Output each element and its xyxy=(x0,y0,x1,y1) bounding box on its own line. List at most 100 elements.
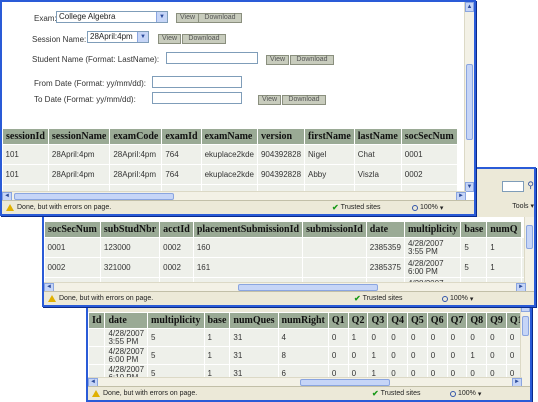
session-view-button[interactable]: View xyxy=(158,34,182,44)
table-cell: 0 xyxy=(486,346,507,365)
column-header: examName xyxy=(200,128,258,145)
exam-select[interactable]: College Algebra ▼ xyxy=(56,11,168,23)
zoom-text: 100% xyxy=(420,204,438,211)
session-download-button[interactable]: Download xyxy=(182,34,226,44)
table-cell: 0001 xyxy=(401,144,458,165)
column-header: date xyxy=(104,312,149,329)
table-cell: 2385359 xyxy=(366,237,405,258)
table-cell: 321000 xyxy=(100,257,161,278)
exam-view-button[interactable]: View xyxy=(176,13,200,23)
status-zone: ✔ Trusted sites xyxy=(354,294,402,303)
warning-icon[interactable] xyxy=(92,390,100,397)
tools-menu[interactable]: Tools ▾ xyxy=(512,202,534,210)
table-row: 10128April:4pm28April:4pm764ekuplace2kde… xyxy=(2,144,458,165)
exam-label: Exam: xyxy=(34,14,57,23)
table-cell: 4/28/2007 3:55 PM xyxy=(104,328,149,347)
top-table-header-row: sessionId sessionName examCode examId examNa… xyxy=(2,128,458,145)
column-header: Q9 xyxy=(486,312,507,329)
table-cell: 5 xyxy=(460,257,488,278)
status-zoom[interactable]: 100% ▾ xyxy=(442,295,473,303)
date-view-button[interactable]: View xyxy=(258,95,282,105)
table-cell: 0002 xyxy=(401,164,458,185)
column-header: multiplicity xyxy=(147,312,205,329)
chevron-down-icon[interactable]: ▼ xyxy=(137,32,148,42)
table-cell: 1 xyxy=(204,346,231,365)
table-cell: 764 xyxy=(161,144,202,165)
top-status-bar: Done, but with errors on page. ✔ Trusted… xyxy=(2,200,474,214)
table-cell: 5 xyxy=(460,237,488,258)
student-name-input[interactable] xyxy=(166,52,258,64)
table-cell: 31 xyxy=(229,346,279,365)
table-cell: 1 xyxy=(367,346,389,365)
scroll-thumb[interactable] xyxy=(522,316,529,336)
table-cell: 4 xyxy=(278,328,329,347)
scroll-thumb[interactable] xyxy=(526,225,533,249)
column-header: lastName xyxy=(353,128,402,145)
student-download-button[interactable]: Download xyxy=(290,55,334,65)
table-cell xyxy=(88,346,106,365)
date-download-button[interactable]: Download xyxy=(282,95,326,105)
column-header: socSecNum xyxy=(400,128,458,145)
scroll-thumb[interactable] xyxy=(466,64,473,140)
scroll-down-arrow[interactable]: ▼ xyxy=(465,182,474,192)
to-date-input[interactable] xyxy=(152,92,242,104)
top-vertical-scrollbar[interactable]: ▲ ▼ xyxy=(464,2,474,192)
column-header: placementSubmissionId xyxy=(192,221,304,238)
table-cell: 0 xyxy=(407,346,428,365)
bottom-results-table: Id date multiplicity base numQues numRight Q1 Q… xyxy=(88,312,530,383)
table-cell: ekuplace2kde xyxy=(201,144,258,165)
warning-icon[interactable] xyxy=(6,204,14,211)
table-cell: 904392828 xyxy=(257,164,306,185)
status-done: Done, but with errors on page. xyxy=(88,390,197,397)
table-cell: 8 xyxy=(278,346,329,365)
chevron-down-icon[interactable]: ▼ xyxy=(156,12,167,22)
bottom-status-bar: Done, but with errors on page. ✔ Trusted… xyxy=(88,386,530,400)
table-cell: 0 xyxy=(407,328,428,347)
bottom-vertical-scrollbar[interactable]: ▲ xyxy=(520,302,530,388)
table-cell: 0 xyxy=(466,328,488,347)
status-zoom[interactable]: 100% ▾ xyxy=(412,204,443,212)
column-header: base xyxy=(203,312,231,329)
status-zoom[interactable]: 100% ▾ xyxy=(450,390,481,398)
scroll-up-arrow[interactable]: ▲ xyxy=(465,2,474,12)
column-header: numRight xyxy=(277,312,329,329)
table-cell: Chat xyxy=(354,144,402,165)
column-header: socSecNum xyxy=(44,221,101,238)
table-cell: 0 xyxy=(328,346,349,365)
status-text: Done, but with errors on page. xyxy=(103,390,198,397)
status-text: Done, but with errors on page. xyxy=(59,295,154,302)
table-cell: 5 xyxy=(147,328,205,347)
scroll-thumb[interactable] xyxy=(300,379,390,386)
scroll-thumb[interactable] xyxy=(14,193,174,200)
table-cell xyxy=(302,257,367,278)
from-date-input[interactable] xyxy=(152,76,242,88)
scroll-thumb[interactable] xyxy=(238,284,378,291)
column-header: firstName xyxy=(304,128,355,145)
middle-table-header-row: socSecNum subStudNbr acctId placementSubmis… xyxy=(44,221,535,238)
column-header: examCode xyxy=(109,128,163,145)
checkmark-icon: ✔ xyxy=(332,203,339,212)
table-cell xyxy=(302,237,367,258)
search-icon[interactable]: ⚲ xyxy=(527,180,534,191)
table-cell: 161 xyxy=(193,257,304,278)
warning-icon[interactable] xyxy=(48,295,56,302)
zone-text: Trusted sites xyxy=(362,295,403,302)
table-cell: 101 xyxy=(2,144,49,165)
column-header: Q3 xyxy=(367,312,389,329)
session-select[interactable]: 28April:4pm ▼ xyxy=(87,31,149,43)
zoom-text: 100% xyxy=(450,295,468,302)
table-row: 0001 123000 0002 160 2385359 4/28/2007 3:55 P… xyxy=(44,237,534,258)
bottom-browser-window: Id date multiplicity base numQues numRight Q1 Q… xyxy=(86,300,532,402)
table-cell: 5 xyxy=(147,346,205,365)
exam-download-button[interactable]: Download xyxy=(198,13,242,23)
student-view-button[interactable]: View xyxy=(266,55,290,65)
column-header: Q1 xyxy=(327,312,349,329)
table-cell: 904392828 xyxy=(257,144,306,165)
table-cell: ekuplace2kde xyxy=(201,164,258,185)
status-text: Done, but with errors on page. xyxy=(17,204,112,211)
address-box[interactable] xyxy=(502,181,524,192)
zoom-icon xyxy=(442,295,448,302)
table-row: 0002 321000 0002 161 2385375 4/28/2007 6:00 P… xyxy=(44,257,534,278)
column-header: Q5 xyxy=(407,312,428,329)
table-cell: 101 xyxy=(2,164,49,185)
